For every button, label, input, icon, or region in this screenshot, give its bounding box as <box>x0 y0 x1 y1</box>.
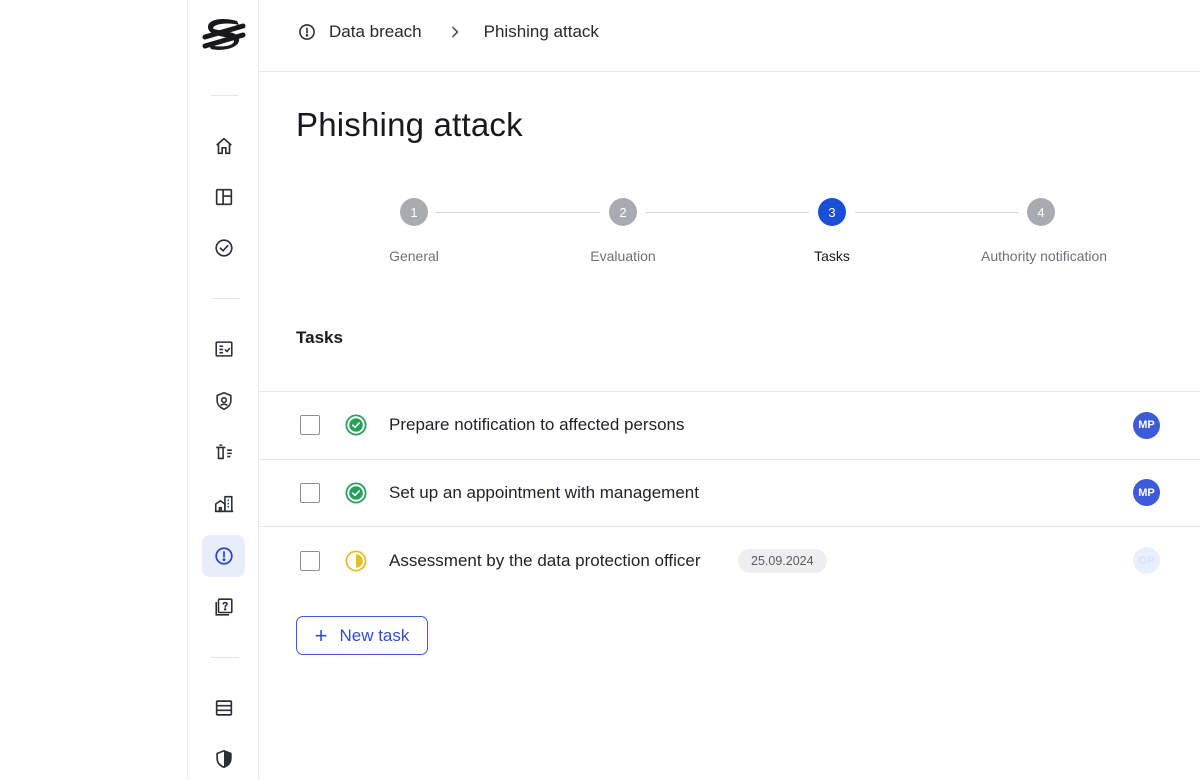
sidebar-item-deletion[interactable] <box>202 431 245 473</box>
layout-icon <box>215 188 232 206</box>
progress-stepper: 1 General 2 Evaluation 3 Tasks 4 Authori… <box>360 198 1140 278</box>
rows-icon <box>215 700 232 716</box>
task-checkbox[interactable] <box>300 415 320 436</box>
sidebar-divider <box>211 95 239 96</box>
breadcrumb-link-data-breach[interactable]: Data breach <box>329 22 422 42</box>
step-tasks[interactable]: 3 Tasks <box>772 198 892 264</box>
step-number: 3 <box>818 198 846 226</box>
status-done-icon <box>345 482 367 504</box>
sidebar-item-dashboard[interactable] <box>202 176 245 218</box>
new-task-label: New task <box>339 625 410 645</box>
status-done-icon <box>345 414 367 436</box>
sidebar-divider <box>211 298 239 299</box>
task-list: Prepare notification to affected persons… <box>259 391 1200 595</box>
step-evaluation[interactable]: 2 Evaluation <box>563 198 683 264</box>
new-task-button[interactable]: + New task <box>296 616 428 655</box>
step-number: 2 <box>609 198 637 226</box>
sidebar-item-organization[interactable] <box>202 483 245 525</box>
step-label: Tasks <box>814 248 850 264</box>
task-name[interactable]: Prepare notification to affected persons <box>389 415 684 435</box>
avatar[interactable]: MP <box>1133 479 1160 507</box>
breadcrumb-current: Phishing attack <box>483 22 599 41</box>
checklist-icon <box>214 341 233 357</box>
sidebar <box>187 0 259 780</box>
home-icon <box>215 137 232 155</box>
step-label: General <box>389 248 439 264</box>
check-circle-icon <box>214 239 233 257</box>
sidebar-item-data-breach[interactable] <box>202 535 245 577</box>
page-title: Phishing attack <box>296 106 523 143</box>
sidebar-item-approvals[interactable] <box>202 227 245 269</box>
sidebar-item-requests[interactable] <box>202 586 245 628</box>
top-bar: Data breach Phishing attack <box>259 0 1200 72</box>
question-book-icon <box>214 598 233 616</box>
avatar[interactable]: OP <box>1133 547 1160 575</box>
buildings-icon <box>214 495 233 513</box>
due-date-badge: 25.09.2024 <box>738 548 827 573</box>
shield-half-icon <box>215 749 232 769</box>
section-title: Tasks <box>296 328 343 347</box>
status-in-progress-icon <box>345 550 367 572</box>
avatar[interactable]: MP <box>1133 411 1160 439</box>
table-row: Prepare notification to affected persons… <box>259 392 1200 460</box>
step-general[interactable]: 1 General <box>354 198 474 264</box>
sidebar-item-records[interactable] <box>202 687 245 729</box>
task-name[interactable]: Set up an appointment with management <box>389 483 699 503</box>
sidebar-item-privacy[interactable] <box>202 380 245 422</box>
breadcrumb: Data breach Phishing attack <box>297 22 599 42</box>
sidebar-item-checklists[interactable] <box>202 328 245 370</box>
step-number: 4 <box>1027 198 1055 226</box>
task-checkbox[interactable] <box>300 550 320 571</box>
table-row: Assessment by the data protection office… <box>259 527 1200 595</box>
sidebar-divider <box>211 657 239 658</box>
task-name[interactable]: Assessment by the data protection office… <box>389 551 701 571</box>
task-checkbox[interactable] <box>300 482 320 503</box>
table-row: Set up an appointment with management MP <box>259 460 1200 527</box>
step-authority-notification[interactable]: 4 Authority notification <box>981 198 1108 264</box>
step-number: 1 <box>400 198 428 226</box>
step-label: Evaluation <box>590 248 656 264</box>
chevron-right-icon <box>451 26 458 38</box>
sidebar-item-security[interactable] <box>202 738 245 780</box>
shield-user-icon <box>215 391 232 411</box>
step-label: Authority notification <box>981 248 1108 264</box>
alert-icon <box>299 24 315 40</box>
alert-icon <box>214 547 233 565</box>
plus-icon: + <box>314 622 328 648</box>
sidebar-item-home[interactable] <box>202 125 245 167</box>
app-logo-icon[interactable] <box>201 12 247 58</box>
delete-list-icon <box>215 444 232 460</box>
